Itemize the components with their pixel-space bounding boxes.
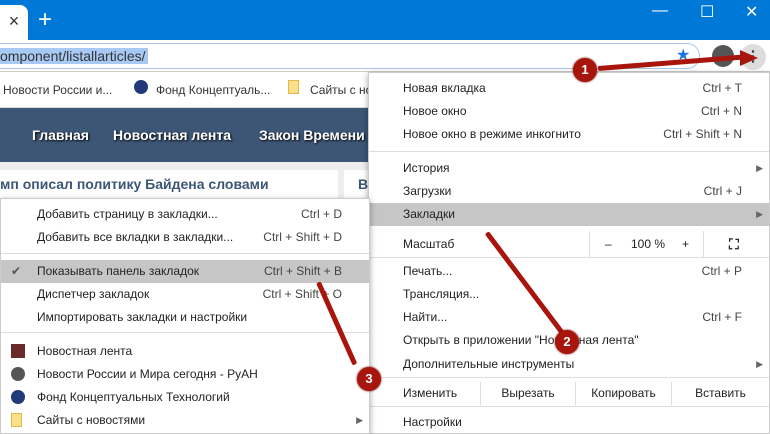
chrome-main-menu: Новая вкладка Ctrl + T Новое окно Ctrl + N… [368, 72, 770, 434]
new-tab-button[interactable]: + [38, 6, 52, 34]
maximize-button[interactable]: ☐ [700, 2, 714, 22]
divider [1, 332, 369, 333]
copy-button[interactable]: Копировать [575, 382, 671, 405]
menu-bookmarks[interactable]: Закладки ▶ [369, 203, 769, 226]
paste-button[interactable]: Вставить [671, 382, 769, 405]
menu-incognito[interactable]: Новое окно в режиме инкогнито Ctrl + Shif… [369, 123, 769, 146]
divider [369, 406, 769, 407]
bookmarks-submenu: Добавить страницу в закладки... Ctrl + D … [0, 198, 370, 434]
menu-print[interactable]: Печать... Ctrl + P [369, 260, 769, 283]
bookmark-item[interactable]: Сайты с но [310, 83, 372, 97]
zoom-label: Масштаб [403, 237, 455, 251]
add-page-bookmark[interactable]: Добавить страницу в закладки... Ctrl + D [1, 203, 369, 226]
cut-button[interactable]: Вырезать [480, 382, 575, 405]
fkt-logo-icon [134, 80, 148, 94]
close-window-button[interactable]: ✕ [745, 2, 758, 22]
step-badge: 1 [573, 58, 597, 82]
zoom-out-button[interactable]: – [605, 231, 612, 257]
nav-home[interactable]: Главная [32, 127, 89, 143]
step-badge: 2 [555, 330, 579, 354]
url-text[interactable]: omponent/listallarticles/ [0, 48, 148, 64]
bookmark-fkt[interactable]: Фонд Концептуальных Технологий [1, 386, 369, 409]
menu-history[interactable]: История ▶ [369, 157, 769, 180]
bookmark-folder-news-sites[interactable]: Сайты с новостями ▶ [1, 409, 369, 432]
check-icon: ✔ [11, 264, 22, 278]
divider [1, 253, 369, 254]
folder-icon [11, 413, 22, 427]
menu-new-tab[interactable]: Новая вкладка Ctrl + T [369, 77, 769, 100]
divider [369, 257, 769, 258]
menu-find[interactable]: Найти... Ctrl + F [369, 306, 769, 329]
bookmark-item[interactable]: Фонд Концептуаль... [156, 83, 270, 97]
menu-more-tools[interactable]: Дополнительные инструменты ▶ [369, 353, 769, 376]
globe-icon [11, 367, 25, 381]
menu-new-window[interactable]: Новое окно Ctrl + N [369, 100, 769, 123]
zoom-in-button[interactable]: + [682, 231, 689, 257]
menu-downloads[interactable]: Загрузки Ctrl + J [369, 180, 769, 203]
zoom-row: Масштаб – 100 % + ⛶ [369, 231, 769, 257]
show-bookmarks-bar[interactable]: ✔ Показывать панель закладок Ctrl + Shift … [1, 260, 369, 283]
news-feed-icon [11, 344, 25, 358]
edit-row: Изменить Вырезать Копировать Вставить [369, 382, 769, 405]
fkt-logo-icon [11, 390, 25, 404]
toolbar: omponent/listallarticles/ ★ [0, 40, 770, 72]
menu-cast[interactable]: Трансляция... [369, 283, 769, 306]
step-badge: 3 [357, 367, 381, 391]
tab-close-button[interactable]: × [0, 5, 28, 40]
divider [369, 377, 769, 378]
menu-settings[interactable]: Настройки [369, 411, 769, 434]
minimize-button[interactable]: — [652, 2, 668, 20]
arrowhead [740, 50, 758, 66]
zoom-value: 100 % [631, 237, 666, 251]
nav-news-feed[interactable]: Новостная лента [113, 127, 231, 143]
article-headline[interactable]: мп описал политику Байдена словами [0, 176, 269, 192]
nav-law-of-time[interactable]: Закон Времени [259, 127, 365, 143]
folder-icon [288, 80, 299, 94]
divider [369, 151, 769, 152]
fullscreen-icon[interactable]: ⛶ [729, 231, 739, 257]
add-all-tabs-bookmark[interactable]: Добавить все вкладки в закладки... Ctrl +… [1, 226, 369, 249]
article-headline[interactable]: В [358, 176, 368, 192]
bookmark-news-feed[interactable]: Новостная лента [1, 340, 369, 363]
bookmark-ruan[interactable]: Новости России и Мира сегодня - РуАН [1, 363, 369, 386]
import-bookmarks[interactable]: Импортировать закладки и настройки [1, 306, 369, 329]
bookmark-item[interactable]: Новости России и... [3, 83, 112, 97]
edit-label: Изменить [403, 386, 458, 400]
bookmark-manager[interactable]: Диспетчер закладок Ctrl + Shift + O [1, 283, 369, 306]
